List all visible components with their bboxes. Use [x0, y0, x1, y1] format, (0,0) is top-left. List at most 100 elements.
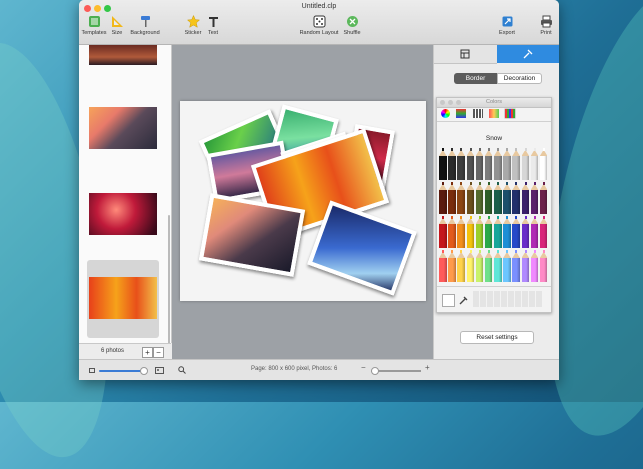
print-label: Print: [540, 30, 552, 36]
color-pencil[interactable]: [494, 250, 502, 282]
color-pencil[interactable]: [494, 182, 502, 214]
color-pencil[interactable]: [457, 182, 465, 214]
color-pencil[interactable]: [530, 148, 539, 180]
paint-roller-icon: [140, 16, 150, 27]
background-button[interactable]: Background: [129, 15, 161, 36]
color-pencil[interactable]: [439, 216, 447, 248]
window-title: Untitled.clp: [301, 3, 337, 10]
selected-color-name: Snow: [485, 135, 503, 142]
color-swatch-row: [437, 286, 551, 313]
small-thumbnail-icon: [89, 368, 95, 373]
color-pencil[interactable]: [484, 148, 493, 180]
color-pencil[interactable]: [512, 216, 520, 248]
color-pencil[interactable]: [530, 216, 539, 248]
color-pencil[interactable]: [448, 216, 456, 248]
size-label: Size: [111, 30, 123, 36]
shuffle-button[interactable]: Shuffle: [341, 15, 363, 36]
color-pencil[interactable]: [503, 216, 511, 248]
color-pencil[interactable]: [521, 182, 530, 214]
zoom-out-button[interactable]: −: [361, 363, 366, 372]
collage-page[interactable]: [180, 101, 426, 301]
thumbnail-size-slider-knob[interactable]: [140, 367, 148, 375]
color-pencil[interactable]: [503, 148, 511, 180]
color-pencil[interactable]: [475, 148, 484, 180]
text-button[interactable]: Text: [206, 15, 220, 36]
sliders-icon[interactable]: [456, 109, 466, 118]
export-button[interactable]: Export: [497, 15, 517, 36]
color-pencil[interactable]: [539, 148, 548, 180]
color-pencil[interactable]: [457, 216, 465, 248]
color-pencil[interactable]: [466, 216, 475, 248]
current-color-swatch[interactable]: [442, 294, 455, 307]
color-pencil[interactable]: [484, 250, 493, 282]
color-pencil[interactable]: [475, 182, 484, 214]
page-info: Page: 800 x 600 pixel, Photos: 6: [251, 366, 338, 372]
export-icon: [502, 16, 512, 27]
image-palette-icon[interactable]: [489, 109, 499, 118]
color-pencil[interactable]: [494, 216, 502, 248]
palettes-icon[interactable]: [473, 109, 483, 118]
templates-button[interactable]: Templates: [81, 15, 107, 36]
color-pencil[interactable]: [503, 182, 511, 214]
color-pencil[interactable]: [512, 148, 520, 180]
color-pencil[interactable]: [503, 250, 511, 282]
color-wheel-icon[interactable]: [441, 109, 450, 118]
photo-count: 6 photos: [101, 348, 125, 354]
color-pencil[interactable]: [466, 182, 475, 214]
reset-settings-button[interactable]: Reset settings: [460, 331, 534, 344]
tab-layout[interactable]: [434, 45, 497, 64]
inspector-tabs: [434, 45, 559, 64]
color-pencil[interactable]: [539, 250, 548, 282]
color-pencil[interactable]: [484, 216, 493, 248]
dice-icon: [313, 15, 325, 28]
color-pencil[interactable]: [439, 182, 447, 214]
add-photo-button[interactable]: +: [142, 347, 153, 358]
zoom-icon[interactable]: [178, 366, 186, 374]
random-layout-label: Random Layout: [299, 30, 339, 36]
color-pencil[interactable]: [539, 182, 548, 214]
color-pencil[interactable]: [521, 148, 530, 180]
photo-thumbnail[interactable]: [89, 107, 157, 149]
color-pencil[interactable]: [448, 182, 456, 214]
thumbnail-size-slider[interactable]: [99, 370, 141, 372]
pencils-tab-bg[interactable]: [504, 108, 516, 119]
color-pencil[interactable]: [530, 250, 539, 282]
color-pencil[interactable]: [512, 250, 520, 282]
border-segment[interactable]: Border: [454, 73, 497, 84]
size-button[interactable]: Size: [110, 15, 124, 36]
color-pencil[interactable]: [521, 216, 530, 248]
photo-sidebar: [79, 45, 172, 380]
decoration-segment[interactable]: Decoration: [497, 73, 542, 84]
photo-thumbnail[interactable]: [89, 277, 157, 319]
toolbar: Untitled.clp Templates Size Background S…: [79, 0, 559, 45]
eyedropper-icon[interactable]: [459, 295, 469, 305]
templates-label: Templates: [81, 30, 107, 36]
color-pencil[interactable]: [448, 148, 456, 180]
color-pencil[interactable]: [466, 250, 475, 282]
color-pencil[interactable]: [494, 148, 502, 180]
custom-swatches[interactable]: [473, 291, 543, 307]
remove-photo-button[interactable]: −: [153, 347, 164, 358]
color-pencil[interactable]: [439, 250, 447, 282]
color-pencil[interactable]: [539, 216, 548, 248]
color-pencil[interactable]: [457, 148, 465, 180]
color-pencil[interactable]: [475, 216, 484, 248]
tab-tools[interactable]: [497, 45, 559, 63]
color-pencil[interactable]: [448, 250, 456, 282]
color-pencil[interactable]: [521, 250, 530, 282]
zoom-in-button[interactable]: +: [425, 363, 430, 372]
random-layout-button[interactable]: Random Layout: [299, 15, 339, 36]
color-pencil[interactable]: [484, 182, 493, 214]
photo-thumbnail[interactable]: [89, 193, 157, 235]
color-pencil[interactable]: [466, 148, 475, 180]
photo-thumbnail[interactable]: [89, 45, 157, 65]
zoom-slider-knob[interactable]: [371, 367, 379, 375]
color-pencil[interactable]: [530, 182, 539, 214]
sticker-button[interactable]: Sticker: [183, 15, 203, 36]
color-pencil[interactable]: [457, 250, 465, 282]
color-pencil[interactable]: [475, 250, 484, 282]
print-button[interactable]: Print: [537, 15, 555, 36]
color-pencil[interactable]: [439, 148, 447, 180]
color-pencil[interactable]: [512, 182, 520, 214]
sidebar-footer: 6 photos + −: [79, 343, 171, 360]
